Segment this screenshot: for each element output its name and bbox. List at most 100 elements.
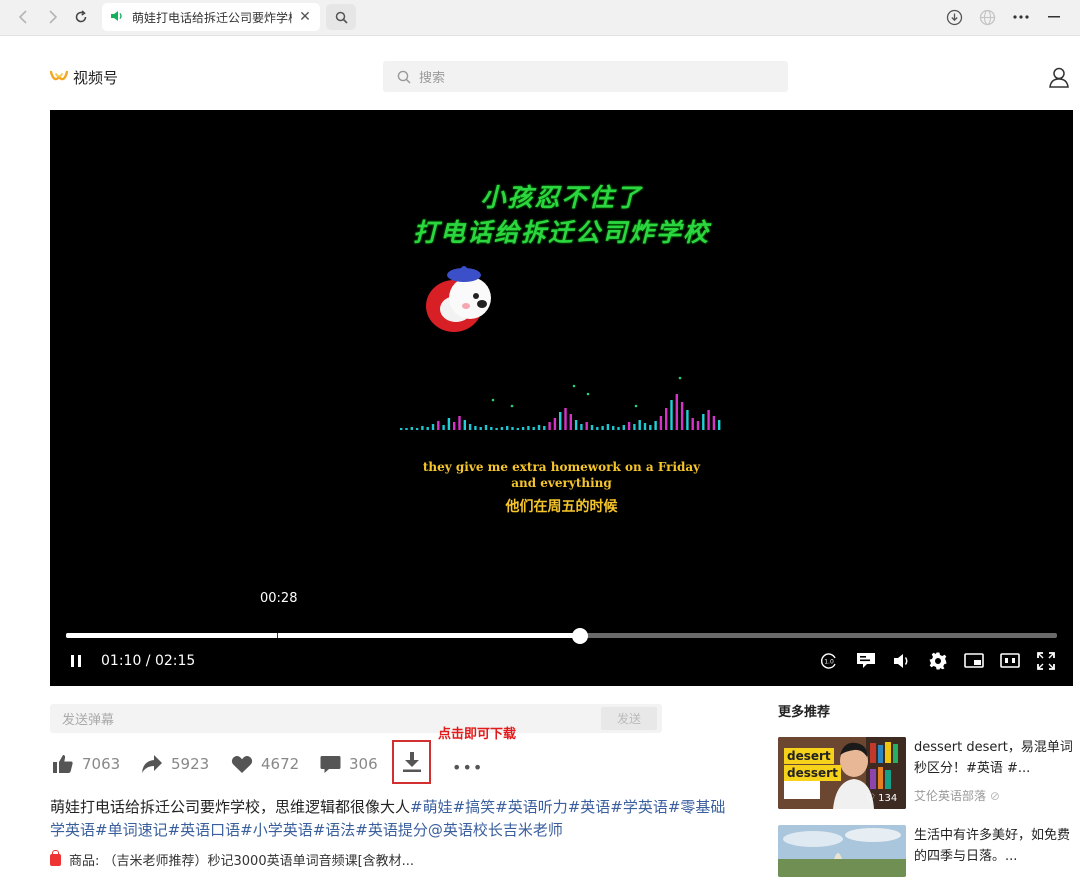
visualizer-bar xyxy=(490,427,493,430)
thumbnail-image xyxy=(778,825,906,877)
visualizer-bar xyxy=(447,418,451,430)
recommendation-author-name: 艾伦英语部落 xyxy=(914,789,987,803)
search-input[interactable]: 搜索 xyxy=(383,61,788,92)
download-icon[interactable] xyxy=(943,6,965,28)
hover-time-tooltip: 00:28 xyxy=(260,591,298,606)
recommendation-title[interactable]: 生活中有许多美好，如免费的四季与日落。... xyxy=(914,825,1074,867)
progress-fill xyxy=(66,633,581,638)
time-display: 01:10 / 02:15 xyxy=(101,653,196,669)
visualizer-bar xyxy=(718,420,721,430)
audio-visualizer xyxy=(400,376,721,430)
visualizer-bar xyxy=(670,400,673,430)
visualizer-bar xyxy=(606,424,610,430)
widescreen-icon[interactable] xyxy=(999,651,1021,671)
visualizer-bar xyxy=(479,427,482,430)
visualizer-bar xyxy=(569,414,572,430)
comment-count: 306 xyxy=(349,755,378,773)
danmaku-input[interactable]: 发送弹幕 xyxy=(50,704,662,733)
progress-bar[interactable] xyxy=(66,628,1057,644)
thumbnail-label-dessert: dessert xyxy=(784,765,841,781)
speaker-icon[interactable] xyxy=(110,10,126,25)
subtitle-cn: 他们在周五的时候 xyxy=(505,499,618,515)
visualizer-bar xyxy=(696,421,700,430)
visualizer-bar xyxy=(707,410,710,430)
danmaku-icon[interactable] xyxy=(855,651,877,671)
back-icon[interactable] xyxy=(12,6,34,28)
visualizer-dot xyxy=(491,398,495,402)
heart-icon xyxy=(231,755,253,773)
visualizer-bar xyxy=(675,394,678,430)
like-button[interactable]: 7063 xyxy=(52,753,120,775)
visualizer-bar xyxy=(500,427,504,430)
tab-title: 萌娃打电话给拆迁公司要炸学校 xyxy=(132,10,292,25)
shopping-bag-icon xyxy=(50,849,61,866)
recommendation-thumbnail[interactable] xyxy=(778,825,906,877)
progress-handle[interactable] xyxy=(572,628,589,644)
visualizer-bar xyxy=(574,420,578,430)
speed-icon[interactable]: 1.0 xyxy=(818,651,840,671)
close-tab-icon[interactable]: ✕ xyxy=(298,9,312,25)
visualizer-bar xyxy=(601,426,604,430)
recommendation-card[interactable]: 生活中有许多美好，如免费的四季与日落。... xyxy=(778,825,1078,877)
fullscreen-icon[interactable] xyxy=(1035,651,1057,671)
visualizer-bar xyxy=(410,427,413,430)
visualizer-dot xyxy=(572,384,576,388)
more-icon[interactable] xyxy=(1010,6,1032,28)
visualizer-bar xyxy=(537,425,541,430)
browser-tab[interactable]: 萌娃打电话给拆迁公司要炸学校 ✕ xyxy=(102,3,320,31)
download-tip: 点击即可下载 xyxy=(438,727,517,742)
visualizer-bar xyxy=(622,425,625,430)
recommendation-author[interactable]: 艾伦英语部落 ⊘ xyxy=(914,787,1000,804)
more-actions-button[interactable]: ••• xyxy=(452,758,483,777)
search-icon[interactable] xyxy=(326,4,356,30)
visualizer-bar xyxy=(421,426,424,430)
pip-icon[interactable] xyxy=(963,651,985,671)
visualizer-bar xyxy=(564,408,567,430)
visualizer-bar xyxy=(506,426,509,430)
site-logo[interactable]: 视频号 xyxy=(50,66,118,88)
recommendation-title[interactable]: dessert desert，易混单词秒区分！#英语 #... xyxy=(914,737,1074,779)
visualizer-bar xyxy=(691,418,694,430)
video-player[interactable]: 小孩忍不住了 打电话给拆迁公司炸学校 they give me extra ho… xyxy=(50,110,1073,686)
globe-icon[interactable] xyxy=(976,6,998,28)
visualizer-bar xyxy=(521,427,525,430)
favorite-count: 4672 xyxy=(261,755,300,773)
visualizer-dot xyxy=(510,404,514,408)
verified-icon: ⊘ xyxy=(989,789,1000,803)
product-link[interactable]: 商品: （吉米老师推荐）秒记3000英语单词音频课[含教材... xyxy=(50,849,414,869)
hover-position-marker xyxy=(277,633,279,638)
send-danmaku-button[interactable]: 发送 xyxy=(601,707,657,730)
visualizer-bar xyxy=(495,428,498,430)
visualizer-bar xyxy=(612,426,615,430)
browser-toolbar: 萌娃打电话给拆迁公司要炸学校 ✕ xyxy=(0,0,1080,36)
recommendation-card[interactable]: desert dessert ♡ 134 dessert desert，易混单词… xyxy=(778,737,1078,813)
favorite-button[interactable]: 4672 xyxy=(231,753,299,775)
visualizer-bar xyxy=(437,421,440,430)
minimize-icon[interactable] xyxy=(1043,6,1065,28)
comment-button[interactable]: 306 xyxy=(320,753,378,775)
like-count: 7063 xyxy=(82,755,121,773)
refresh-icon[interactable] xyxy=(70,6,92,28)
visualizer-bar xyxy=(463,420,466,430)
visualizer-bar xyxy=(643,423,647,430)
recommendations-title: 更多推荐 xyxy=(778,705,831,720)
visualizer-bar xyxy=(633,424,636,430)
forward-icon[interactable] xyxy=(42,6,64,28)
volume-icon[interactable] xyxy=(891,651,913,671)
user-icon[interactable] xyxy=(1048,66,1070,88)
visualizer-bar xyxy=(659,416,663,430)
description-tags-line2[interactable]: 学英语#单词速记#英语口语#小学英语#语法#英语提分@英语校长吉米老师 xyxy=(50,821,563,839)
recommendation-thumbnail[interactable]: desert dessert ♡ 134 xyxy=(778,737,906,809)
pause-icon xyxy=(71,655,81,667)
visualizer-dot xyxy=(634,404,638,408)
settings-icon[interactable] xyxy=(927,651,949,671)
share-count: 5923 xyxy=(171,755,210,773)
download-button[interactable] xyxy=(392,740,431,784)
search-icon xyxy=(397,70,411,84)
pause-button[interactable] xyxy=(68,653,84,669)
visualizer-bar xyxy=(527,426,530,430)
share-button[interactable]: 5923 xyxy=(141,753,209,775)
visualizer-bar xyxy=(627,422,631,430)
description-tags-line1[interactable]: #萌娃#搞笑#英语听力#英语#学英语#零基础 xyxy=(410,798,725,816)
subtitle-en-line1: they give me extra homework on a Friday xyxy=(422,460,701,474)
